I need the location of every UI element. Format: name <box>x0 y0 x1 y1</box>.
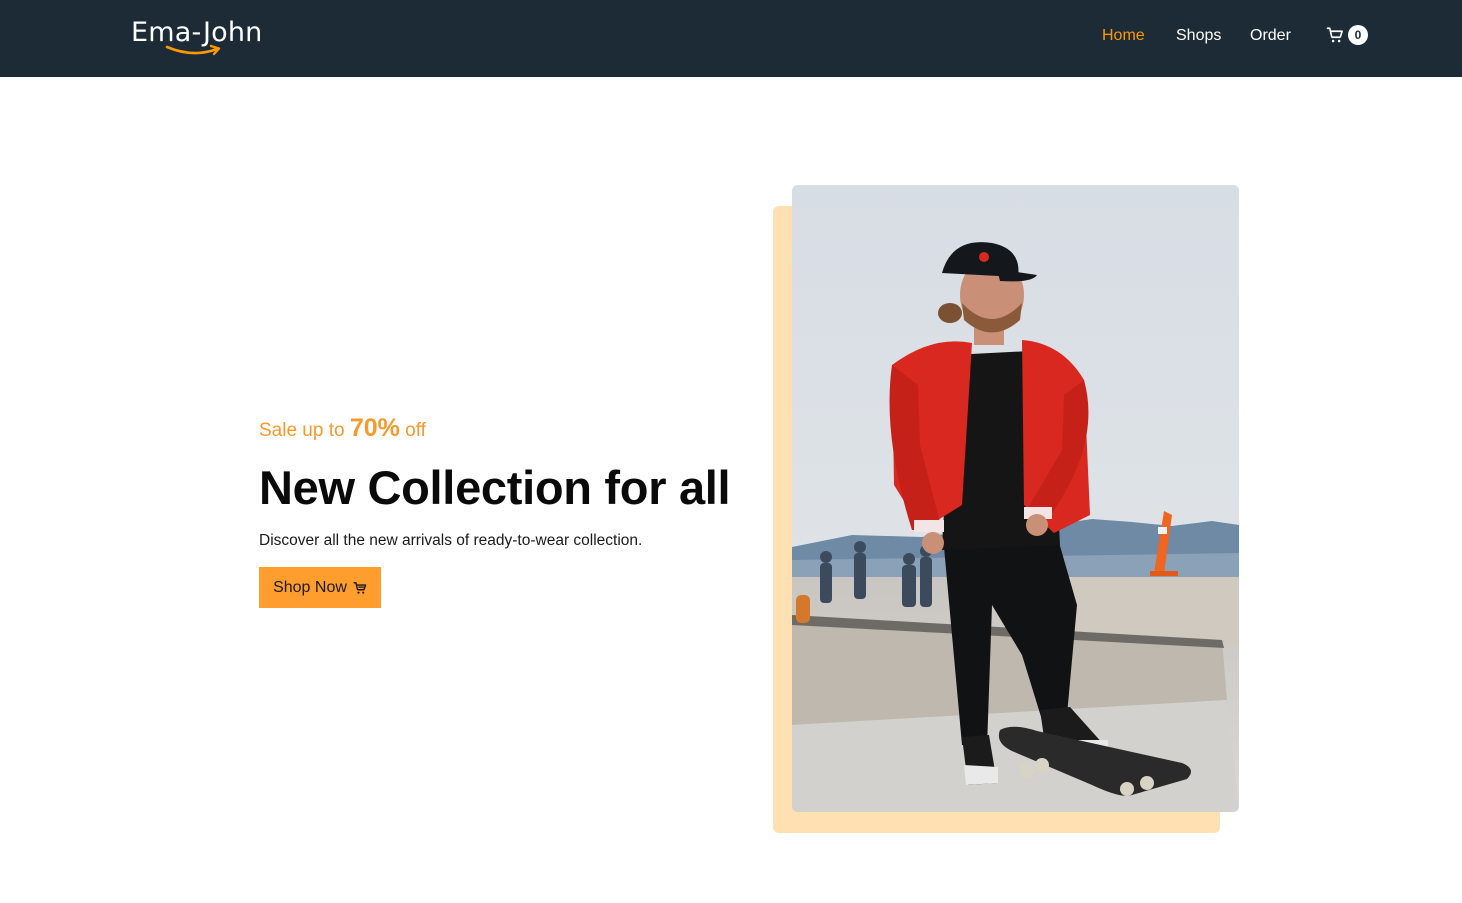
cart-icon <box>353 581 367 594</box>
nav-order-link[interactable]: Order <box>1250 25 1291 47</box>
hero-text: Sale up to 70% off New Collection for al… <box>259 410 759 608</box>
nav-shops-link[interactable]: Shops <box>1176 25 1221 47</box>
shop-now-label: Shop Now <box>273 578 347 596</box>
sale-suffix: off <box>399 420 426 441</box>
skateboarder-photo <box>792 185 1239 812</box>
shopping-cart-icon <box>1326 27 1343 43</box>
sale-percent: 70% <box>349 414 400 442</box>
hero-photo <box>792 185 1239 812</box>
logo-smile-icon <box>165 44 221 56</box>
sale-prefix: Sale up to <box>259 420 350 441</box>
cart-button[interactable]: 0 <box>1326 24 1370 48</box>
hero-headline: New Collection for all <box>259 461 731 514</box>
shop-now-button[interactable]: Shop Now <box>259 567 381 608</box>
sale-line: Sale up to 70% off <box>259 410 759 449</box>
logo[interactable]: Ema-John <box>131 16 271 60</box>
hero-subtext: Discover all the new arrivals of ready-t… <box>259 532 643 549</box>
navbar: Ema-John Home Shops Order 0 <box>0 0 1462 77</box>
cart-count-badge: 0 <box>1348 25 1368 45</box>
nav-home-link[interactable]: Home <box>1102 25 1145 47</box>
